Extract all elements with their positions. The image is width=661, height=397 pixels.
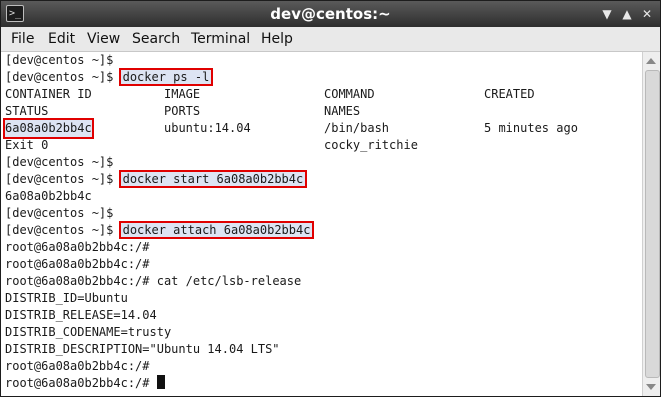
terminal-output[interactable]: [dev@centos ~]$ [dev@centos ~]$ docker p… <box>1 52 642 396</box>
root-prompt-line: root@6a08a0b2bb4c:/# <box>5 240 150 254</box>
root-prompt: root@6a08a0b2bb4c:/# <box>5 376 150 390</box>
close-icon[interactable]: ✕ <box>639 6 655 22</box>
prompt-line: [dev@centos ~]$ <box>5 52 113 69</box>
prompt: [dev@centos ~]$ <box>5 206 114 220</box>
minimize-icon[interactable]: ▼ <box>599 6 615 22</box>
command-docker-ps: docker ps -l <box>118 68 214 86</box>
command-line-4: root@6a08a0b2bb4c:/# cat /etc/lsb-releas… <box>5 273 301 290</box>
prompt-line: [dev@centos ~]$ <box>5 154 113 171</box>
active-prompt-line: root@6a08a0b2bb4c:/# <box>5 375 165 392</box>
terminal-window: >_ dev@centos:~ ▼ ▲ ✕ File Edit View Sea… <box>0 0 661 397</box>
prompt: [dev@centos ~]$ <box>5 70 114 84</box>
command-docker-attach: docker attach 6a08a0b2bb4c <box>118 221 315 239</box>
menu-file[interactable]: File <box>11 31 34 47</box>
text-cursor <box>156 375 165 389</box>
created-value: 5 minutes ago <box>484 121 578 135</box>
lsb-line: DISTRIB_ID=Ubuntu <box>5 291 128 305</box>
col-image: IMAGE <box>164 87 201 101</box>
col-status: STATUS <box>5 104 49 118</box>
table-header-row: CONTAINER ID IMAGE COMMAND CREATED <box>5 86 635 103</box>
root-prompt-line: root@6a08a0b2bb4c:/# <box>5 257 150 271</box>
scroll-thumb[interactable] <box>645 70 660 378</box>
window-title: dev@centos:~ <box>270 5 391 23</box>
lsb-line: DISTRIB_RELEASE=14.04 <box>5 308 157 322</box>
prompt: [dev@centos ~]$ <box>5 53 114 67</box>
maximize-icon[interactable]: ▲ <box>619 6 635 22</box>
command-line-2: [dev@centos ~]$ docker start 6a08a0b2bb4… <box>5 170 308 188</box>
title-bar[interactable]: >_ dev@centos:~ ▼ ▲ ✕ <box>1 1 660 27</box>
menu-bar: File Edit View Search Terminal Help <box>1 27 660 52</box>
menu-search[interactable]: Search <box>132 31 180 47</box>
command-line-1: [dev@centos ~]$ docker ps -l <box>5 68 214 86</box>
names-value: cocky_ritchie <box>324 138 418 152</box>
vertical-scrollbar[interactable] <box>642 52 660 396</box>
table-header-row-2: STATUS PORTS NAMES <box>5 103 635 120</box>
table-row: 6a08a0b2bb4c ubuntu:14.04 /bin/bash 5 mi… <box>3 118 635 139</box>
prompt-line: [dev@centos ~]$ <box>5 205 113 222</box>
prompt: [dev@centos ~]$ <box>5 155 114 169</box>
lsb-line: DISTRIB_CODENAME=trusty <box>5 325 172 339</box>
prompt: [dev@centos ~]$ <box>5 223 114 237</box>
command-value: /bin/bash <box>324 121 390 135</box>
scroll-down-icon[interactable] <box>646 384 656 390</box>
command-line-3: [dev@centos ~]$ docker attach 6a08a0b2bb… <box>5 221 315 239</box>
lsb-line: DISTRIB_DESCRIPTION="Ubuntu 14.04 LTS" <box>5 342 280 356</box>
status-value: Exit 0 <box>5 138 49 152</box>
image-value: ubuntu:14.04 <box>164 121 251 135</box>
col-ports: PORTS <box>164 104 201 118</box>
col-created: CREATED <box>484 87 535 101</box>
scroll-up-icon[interactable] <box>646 58 656 64</box>
prompt: [dev@centos ~]$ <box>5 172 114 186</box>
command-cat: cat /etc/lsb-release <box>156 274 302 288</box>
menu-edit[interactable]: Edit <box>48 31 75 47</box>
container-id-value: 6a08a0b2bb4c <box>3 118 94 139</box>
menu-terminal[interactable]: Terminal <box>191 31 250 47</box>
root-prompt-line: root@6a08a0b2bb4c:/# <box>5 359 150 373</box>
col-names: NAMES <box>324 104 361 118</box>
root-prompt: root@6a08a0b2bb4c:/# <box>5 274 150 288</box>
menu-help[interactable]: Help <box>261 31 293 47</box>
col-container-id: CONTAINER ID <box>5 87 92 101</box>
col-command: COMMAND <box>324 87 375 101</box>
table-row-2: Exit 0 cocky_ritchie <box>5 137 635 154</box>
menu-view[interactable]: View <box>87 31 120 47</box>
output-line: 6a08a0b2bb4c <box>5 189 92 203</box>
command-docker-start: docker start 6a08a0b2bb4c <box>118 170 308 188</box>
